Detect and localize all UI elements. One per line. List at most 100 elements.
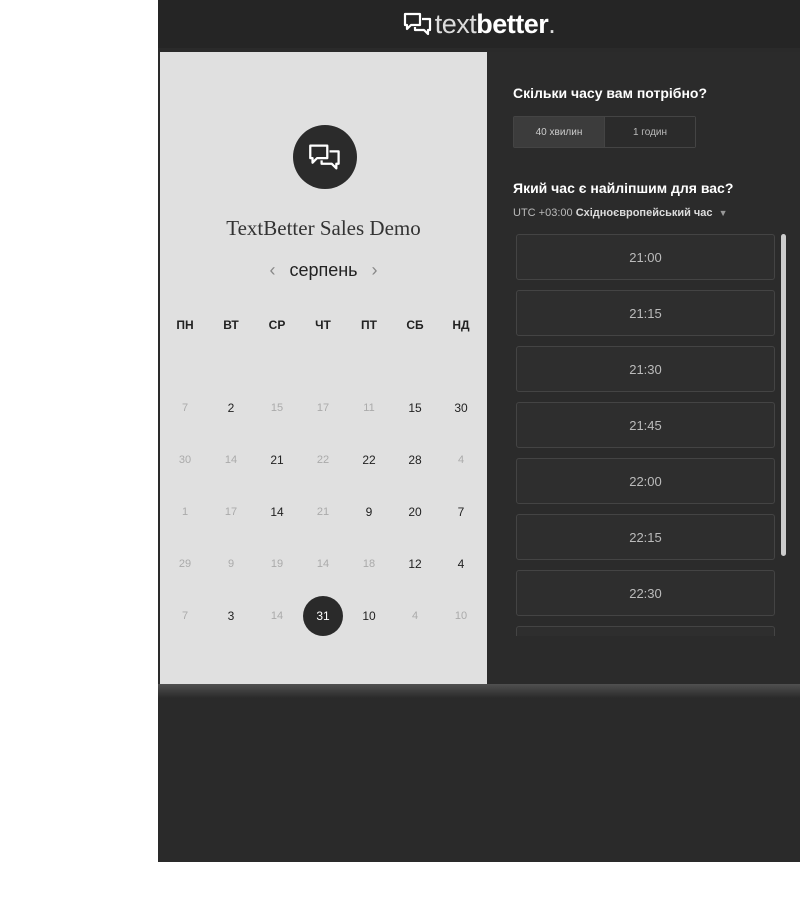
duration-option-1hour[interactable]: 1 годин: [605, 117, 695, 147]
calendar-week-row: 7 3 14 31 10 4 10: [162, 590, 485, 642]
calendar-day-number: 12: [408, 557, 422, 571]
calendar-day[interactable]: 14: [254, 486, 300, 538]
calendar-day-number: 15: [270, 402, 284, 414]
weekday-label: ВТ: [223, 318, 239, 332]
time-slot-button[interactable]: 22:15: [516, 514, 775, 560]
time-slot-button[interactable]: 22:00: [516, 458, 775, 504]
calendar-day: 17: [300, 382, 346, 434]
calendar-day[interactable]: 4: [438, 538, 484, 590]
calendar-day: 4: [438, 434, 484, 486]
scheduling-panel: Скільки часу вам потрібно? 40 хвилин 1 г…: [487, 52, 800, 684]
panel-divider: [158, 684, 800, 698]
calendar-day-number: 15: [408, 401, 422, 415]
calendar-day-number: 3: [227, 609, 235, 623]
time-slot-button[interactable]: 22:30: [516, 570, 775, 616]
timezone-name: Східноєвропейський час: [575, 207, 713, 219]
calendar-day-selected[interactable]: 31: [300, 590, 346, 642]
scrollbar[interactable]: [781, 234, 786, 556]
calendar-day: 11: [346, 382, 392, 434]
calendar-day-number: 20: [408, 505, 422, 519]
timezone-offset: UTC +03:00: [513, 207, 573, 219]
calendar-day: 14: [300, 538, 346, 590]
calendar-day: 18: [346, 538, 392, 590]
calendar-day[interactable]: 21: [254, 434, 300, 486]
calendar-day-number: 7: [457, 505, 465, 519]
calendar-day-number: 22: [362, 453, 376, 467]
calendar-day: 9: [208, 538, 254, 590]
chat-bubbles-icon: [309, 144, 340, 170]
calendar-day[interactable]: 20: [392, 486, 438, 538]
calendar-grid: 7 2 15 17 11 15 30 30 14 21 22 22 28 4 1 17 14 21 9 20 7 29 9 1…: [162, 382, 485, 642]
calendar-day-number: 1: [181, 506, 189, 518]
calendar-day-number: 7: [181, 402, 189, 414]
weekday-label: ПН: [176, 318, 194, 332]
calendar-day-number: 17: [224, 506, 238, 518]
time-slot-button[interactable]: [516, 626, 775, 636]
calendar-day-number: 14: [316, 558, 330, 570]
calendar-panel: TextBetter Sales Demo ‹ серпень › ПН ВТ СР…: [160, 52, 487, 684]
calendar-day[interactable]: 22: [346, 434, 392, 486]
logo-text-light: text: [434, 8, 477, 39]
calendar-day-number: 4: [411, 610, 419, 622]
calendar-day-number: 22: [316, 454, 330, 466]
calendar-day-number: 7: [181, 610, 189, 622]
duration-selector: 40 хвилин 1 годин: [513, 116, 696, 148]
calendar-day-number: 21: [316, 506, 330, 518]
calendar-day-number: 18: [362, 558, 376, 570]
calendar-day: 17: [208, 486, 254, 538]
calendar-day-number: 9: [227, 558, 235, 570]
calendar-day[interactable]: 9: [346, 486, 392, 538]
calendar-day: 29: [162, 538, 208, 590]
time-slot-button[interactable]: 21:30: [516, 346, 775, 392]
time-slot-button[interactable]: 21:45: [516, 402, 775, 448]
duration-question: Скільки часу вам потрібно?: [513, 85, 708, 101]
calendar-day-number: 2: [227, 401, 235, 415]
calendar-day: 4: [392, 590, 438, 642]
calendar-day-number: 4: [457, 557, 465, 571]
calendar-day: 30: [162, 434, 208, 486]
calendar-day[interactable]: 12: [392, 538, 438, 590]
avatar: [293, 125, 357, 189]
calendar-day-number: 11: [363, 402, 375, 414]
calendar-day[interactable]: 3: [208, 590, 254, 642]
time-slot-button[interactable]: 21:15: [516, 290, 775, 336]
month-navigation: ‹ серпень ›: [160, 260, 487, 281]
time-question: Який час є найліпшим для вас?: [513, 180, 734, 196]
calendar-day: 15: [254, 382, 300, 434]
calendar-week-row: 30 14 21 22 22 28 4: [162, 434, 485, 486]
duration-option-40min[interactable]: 40 хвилин: [514, 117, 605, 147]
calendar-day: 1: [162, 486, 208, 538]
calendar-day: 7: [162, 382, 208, 434]
calendar-day[interactable]: 15: [392, 382, 438, 434]
calendar-day: 14: [208, 434, 254, 486]
chevron-left-icon[interactable]: ‹: [269, 260, 275, 281]
calendar-day[interactable]: 30: [438, 382, 484, 434]
calendar-day-number: 14: [224, 454, 238, 466]
timezone-selector[interactable]: UTC +03:00 Східноєвропейський час ▼: [513, 207, 728, 219]
calendar-day: 19: [254, 538, 300, 590]
calendar-day-number: 14: [270, 610, 284, 622]
calendar-day-number: 28: [408, 453, 422, 467]
calendar-day-number: 17: [316, 402, 330, 414]
time-slot-list: 21:00 21:15 21:30 21:45 22:00 22:15 22:30: [516, 234, 775, 636]
calendar-day[interactable]: 28: [392, 434, 438, 486]
calendar-day[interactable]: 2: [208, 382, 254, 434]
calendar-day-number: 29: [178, 558, 192, 570]
booking-widget: text better. TextBetter Sales Demo ‹ серп…: [158, 0, 800, 862]
chevron-right-icon[interactable]: ›: [372, 260, 378, 281]
calendar-day-number: 10: [454, 610, 468, 622]
header-bar: text better.: [158, 0, 800, 48]
caret-down-icon: ▼: [718, 208, 728, 218]
calendar-day-number: 21: [270, 453, 284, 467]
calendar-day-number: 30: [454, 401, 468, 415]
calendar-day-number: 4: [457, 454, 465, 466]
calendar-day[interactable]: 7: [438, 486, 484, 538]
calendar-day[interactable]: 10: [346, 590, 392, 642]
weekday-label: НД: [452, 318, 470, 332]
weekday-label: СР: [268, 318, 286, 332]
calendar-day: 22: [300, 434, 346, 486]
weekday-header: ПН ВТ СР ЧТ ПТ СБ НД: [162, 318, 485, 332]
calendar-day: 10: [438, 590, 484, 642]
time-slot-button[interactable]: 21:00: [516, 234, 775, 280]
calendar-day-number: 14: [270, 505, 284, 519]
